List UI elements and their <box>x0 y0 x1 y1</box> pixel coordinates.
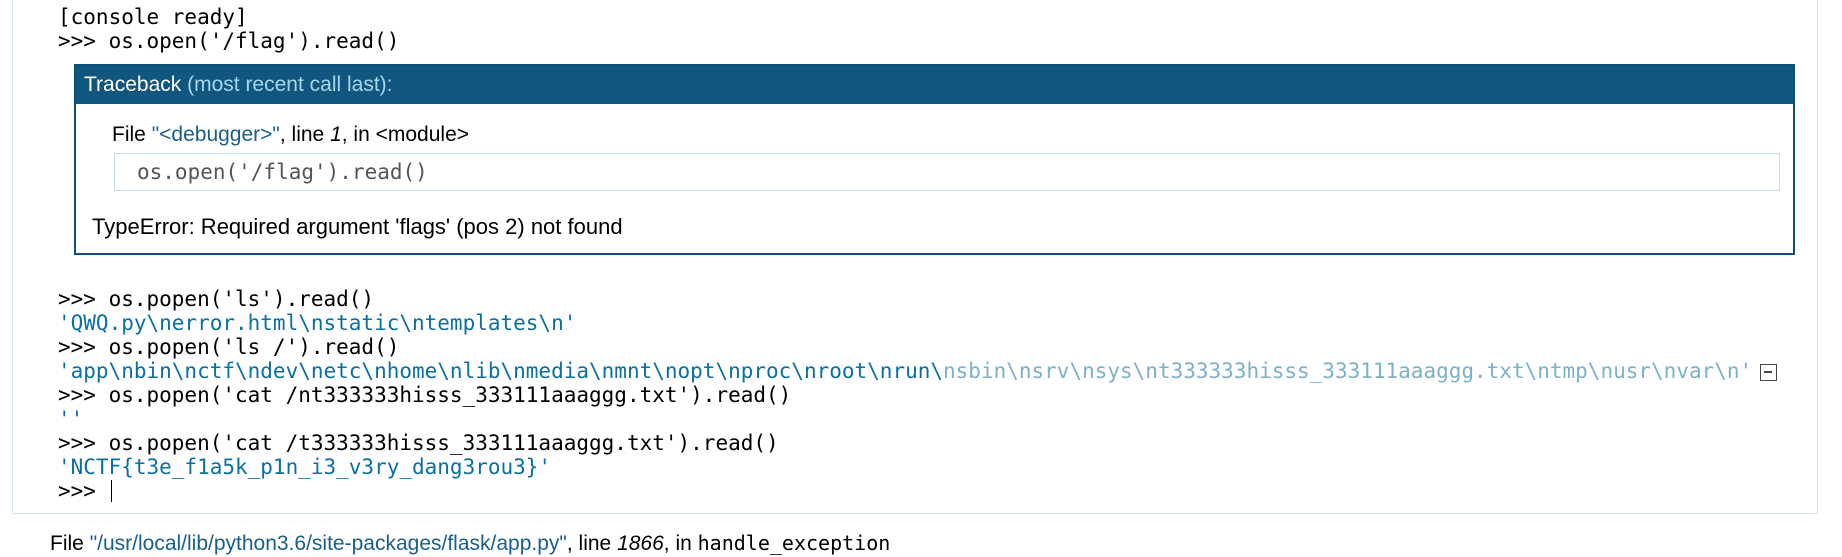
traceback-code-line[interactable]: os.open('/flag').read() <box>114 153 1780 191</box>
console-command: >>> os.popen('ls /').read() <box>58 335 400 359</box>
console-command: >>> os.popen('cat /t333333hisss_333111aa… <box>58 431 779 455</box>
in-prefix: , in <box>341 123 376 146</box>
in-prefix: , in <box>663 532 698 555</box>
traceback-frame-location: File "<debugger>", line 1, in <module> <box>112 122 469 148</box>
frame-file-name: "/usr/local/lib/python3.6/site-packages/… <box>89 532 567 555</box>
console-output: 'app\nbin\nctf\ndev\netc\nhome\nlib\nmed… <box>58 359 1752 383</box>
traceback-title: Traceback <box>84 73 182 96</box>
traceback-hint: (most recent call last): <box>187 73 393 96</box>
console-command: >>> os.popen('ls').read() <box>58 287 375 311</box>
output-truncated-part: nsbin\nsrv\nsys\nt333333hisss_333111aaag… <box>943 359 1753 383</box>
traceback-box: Traceback (most recent call last): File … <box>74 64 1795 255</box>
console-output: '' <box>58 407 84 431</box>
console-command: >>> os.open('/flag').read() <box>58 29 400 53</box>
frame-line-number: 1866 <box>617 532 664 555</box>
file-prefix: File <box>112 123 152 146</box>
line-prefix: , line <box>566 532 618 555</box>
console-output: 'NCTF{t3e_f1a5k_p1n_i3_v3ry_dang3rou3}' <box>58 455 552 479</box>
traceback-header: Traceback (most recent call last): <box>76 66 1793 104</box>
collapse-icon[interactable] <box>1760 364 1777 381</box>
frame-line-number: 1 <box>330 123 342 146</box>
frame-file-name: "<debugger>" <box>151 123 280 146</box>
console-output: 'QWQ.py\nerror.html\nstatic\ntemplates\n… <box>58 311 577 335</box>
frame-function: handle_exception <box>697 531 891 555</box>
stack-frame-location[interactable]: File "/usr/local/lib/python3.6/site-pack… <box>50 530 890 557</box>
text-cursor <box>110 480 113 502</box>
file-prefix: File <box>50 532 90 555</box>
frame-module: <module> <box>375 123 470 146</box>
traceback-error-message: TypeError: Required argument 'flags' (po… <box>92 214 623 239</box>
console-ready-text: [console ready] <box>58 5 248 29</box>
line-prefix: , line <box>279 123 331 146</box>
console-input-line[interactable]: >>> <box>58 479 113 503</box>
console-prompt: >>> <box>58 479 109 503</box>
console-command: >>> os.popen('cat /nt333333hisss_333111a… <box>58 383 792 407</box>
output-visible-part: 'app\nbin\nctf\ndev\netc\nhome\nlib\nmed… <box>58 359 944 383</box>
